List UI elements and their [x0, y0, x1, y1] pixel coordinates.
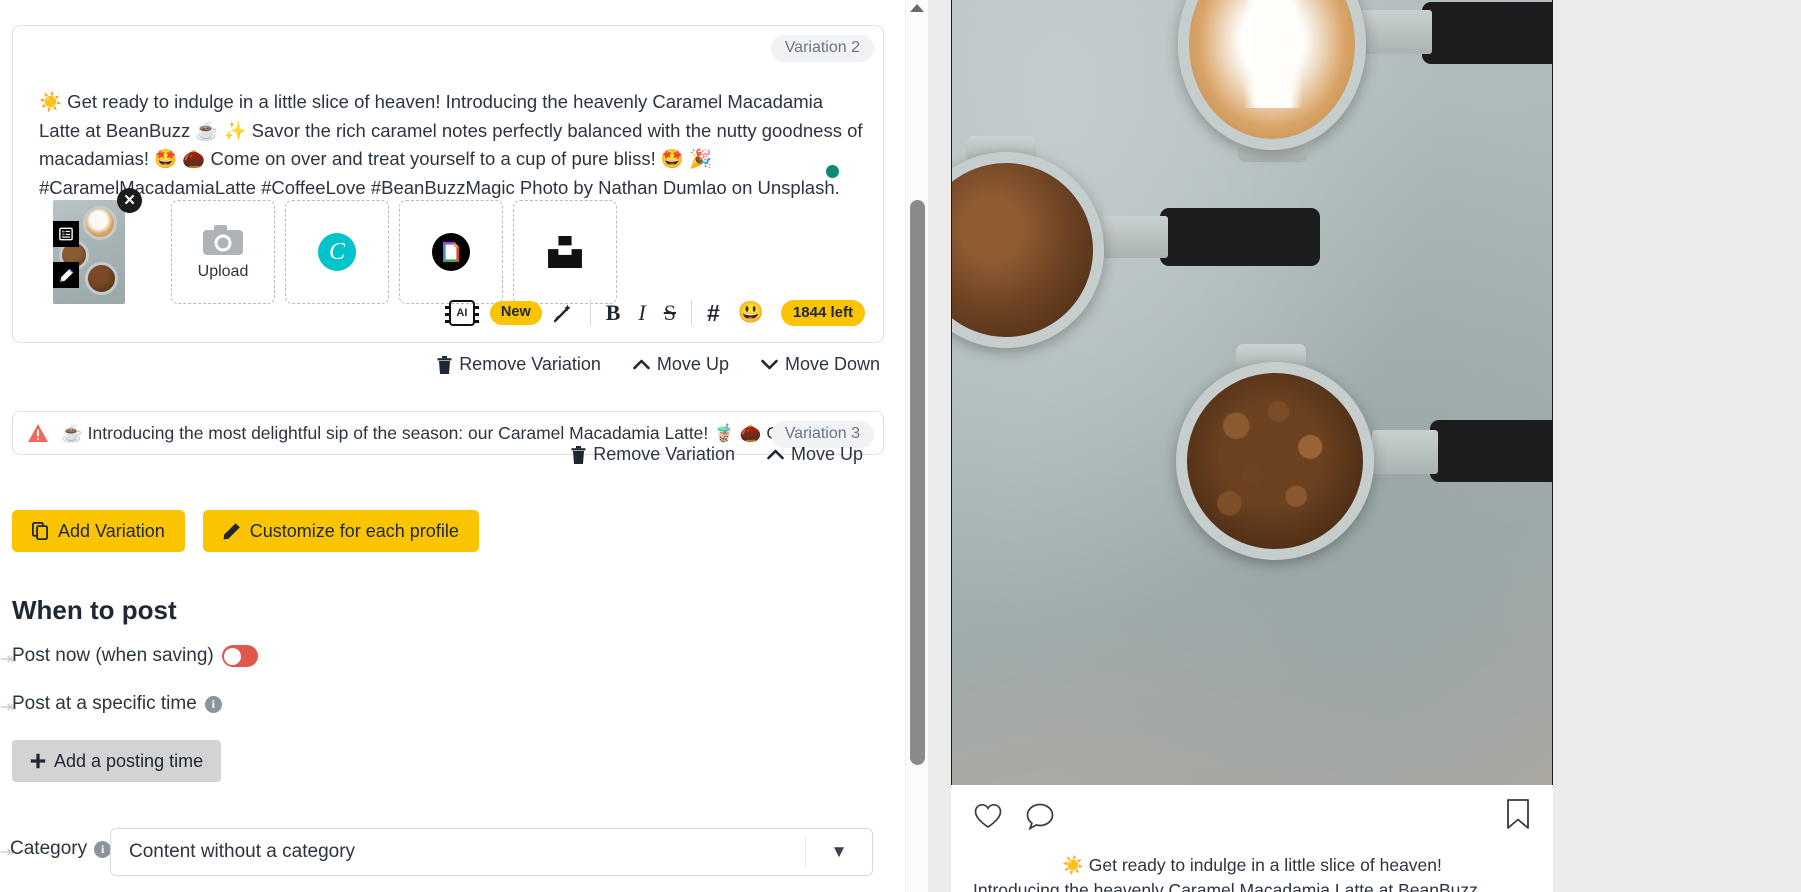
chevron-up-icon — [633, 359, 650, 370]
variation-2-actions: Remove Variation Move Up Move Down — [437, 354, 880, 375]
upload-media-label: Upload — [197, 263, 249, 280]
bold-button[interactable]: B — [597, 298, 630, 328]
preview-image — [951, 0, 1553, 785]
post-text-content[interactable]: ☀️ Get ready to indulge in a little slic… — [39, 88, 864, 203]
remove-variation-2-button[interactable]: Remove Variation — [437, 354, 601, 375]
emoji-picker-button[interactable]: 😃 — [729, 298, 773, 328]
hashtag-button[interactable]: # — [698, 298, 729, 328]
post-now-toggle[interactable] — [221, 645, 258, 667]
characters-left-badge: 1844 left — [780, 300, 865, 326]
upload-media-button[interactable]: Upload — [171, 200, 275, 304]
post-preview-pane: ☀️ Get ready to indulge in a little slic… — [928, 0, 1801, 892]
category-selected-value: Content without a category — [129, 841, 356, 862]
remove-variation-3-button[interactable]: Remove Variation — [571, 444, 735, 465]
move-up-variation-2-label: Move Up — [656, 354, 729, 374]
customize-per-profile-label: Customize for each profile — [249, 521, 459, 541]
chevron-down-icon — [761, 359, 778, 370]
media-thumbnail[interactable] — [53, 200, 125, 304]
pencil-icon — [223, 523, 240, 540]
toolbar-divider-1 — [589, 300, 591, 326]
trash-icon — [437, 355, 452, 374]
category-label-row: Category i — [10, 838, 112, 860]
move-up-variation-2-button[interactable]: Move Up — [633, 354, 729, 375]
add-posting-time-label: Add a posting time — [54, 751, 204, 771]
editor-scrollbar[interactable] — [905, 0, 928, 892]
variation-card-2: Variation 2 ☀️ Get ready to indulge in a… — [12, 25, 884, 343]
variation-3-preview-text: ☕ Introducing the most delightful sip of… — [61, 422, 857, 443]
remove-media-button[interactable]: ✕ — [117, 188, 142, 213]
post-now-row: Post now (when saving) — [12, 645, 258, 667]
when-to-post-heading: When to post — [12, 595, 177, 625]
post-composer-screen: Variation 2 ☀️ Get ready to indulge in a… — [0, 0, 1801, 892]
edit-media-icon[interactable] — [53, 262, 79, 288]
warning-icon — [28, 424, 48, 442]
preview-caption-line-2: Introducing the heavenly Caramel Macadam… — [973, 880, 1493, 892]
info-icon-category[interactable]: i — [94, 840, 112, 858]
move-up-variation-3-button[interactable]: Move Up — [767, 444, 863, 465]
magic-wand-button[interactable] — [542, 298, 584, 328]
camera-icon — [203, 225, 243, 255]
category-label: Category — [10, 838, 88, 859]
unsplash-media-button[interactable] — [513, 200, 617, 304]
post-specific-time-row: Post at a specific time i — [12, 693, 222, 715]
move-down-variation-2-button[interactable]: Move Down — [761, 354, 880, 375]
canva-media-button[interactable]: C — [285, 200, 389, 304]
google-photos-media-button[interactable] — [399, 200, 503, 304]
scrollbar-thumb[interactable] — [910, 200, 925, 765]
instagram-preview-card: ☀️ Get ready to indulge in a little slic… — [951, 0, 1553, 892]
google-photos-icon — [432, 233, 470, 271]
italic-button[interactable]: I — [629, 298, 654, 328]
move-down-variation-2-label: Move Down — [784, 354, 880, 374]
chevron-down-icon[interactable]: ▼ — [806, 842, 872, 862]
preview-caption: ☀️ Get ready to indulge in a little slic… — [951, 847, 1553, 892]
add-variation-label: Add Variation — [58, 521, 165, 541]
add-variation-button[interactable]: Add Variation — [12, 510, 185, 552]
like-icon[interactable] — [973, 802, 1003, 830]
canva-letter: C — [328, 238, 345, 265]
variation-3-actions: Remove Variation Move Up — [571, 444, 863, 465]
variation-badge: Variation 2 — [770, 35, 874, 62]
bookmark-icon[interactable] — [1505, 798, 1531, 830]
move-up-variation-3-label: Move Up — [790, 444, 863, 464]
plus-icon — [30, 753, 46, 769]
alt-text-icon[interactable] — [53, 221, 79, 247]
magic-wand-icon — [553, 304, 571, 323]
post-specific-time-label: Post at a specific time — [12, 693, 197, 714]
info-icon-specific-time[interactable]: i — [204, 695, 222, 713]
trash-icon — [571, 445, 586, 464]
ai-chip-icon: AI — [444, 300, 479, 326]
preview-action-bar — [951, 785, 1553, 847]
remove-variation-3-label: Remove Variation — [593, 444, 735, 464]
post-now-label: Post now (when saving) — [12, 645, 214, 666]
status-dot — [826, 165, 839, 178]
preview-caption-line-1: ☀️ Get ready to indulge in a little slic… — [1062, 855, 1442, 875]
copy-icon — [32, 522, 48, 540]
remove-variation-2-label: Remove Variation — [459, 354, 601, 374]
chevron-up-icon — [767, 449, 784, 460]
unsplash-icon — [548, 236, 582, 268]
strikethrough-button[interactable]: S — [655, 298, 685, 328]
category-select[interactable]: Content without a category ▼ — [110, 828, 873, 876]
scroll-up-arrow-icon[interactable] — [910, 4, 924, 12]
add-posting-time-button[interactable]: Add a posting time — [12, 740, 222, 782]
formatting-toolbar: AI New B I S # 😃 1844 left — [440, 298, 865, 328]
ai-assistant-button[interactable]: AI — [440, 298, 484, 328]
editor-pane: Variation 2 ☀️ Get ready to indulge in a… — [0, 0, 905, 892]
variation-buttons-row: Add Variation Customize for each profile — [12, 510, 479, 552]
canva-icon: C — [318, 233, 356, 271]
customize-per-profile-button[interactable]: Customize for each profile — [202, 510, 479, 552]
new-badge: New — [489, 301, 542, 325]
media-row: ✕ Upload C — [53, 188, 627, 304]
comment-icon[interactable] — [1025, 802, 1055, 831]
media-thumbnail-wrap: ✕ — [53, 188, 142, 304]
toolbar-divider-2 — [691, 300, 692, 326]
